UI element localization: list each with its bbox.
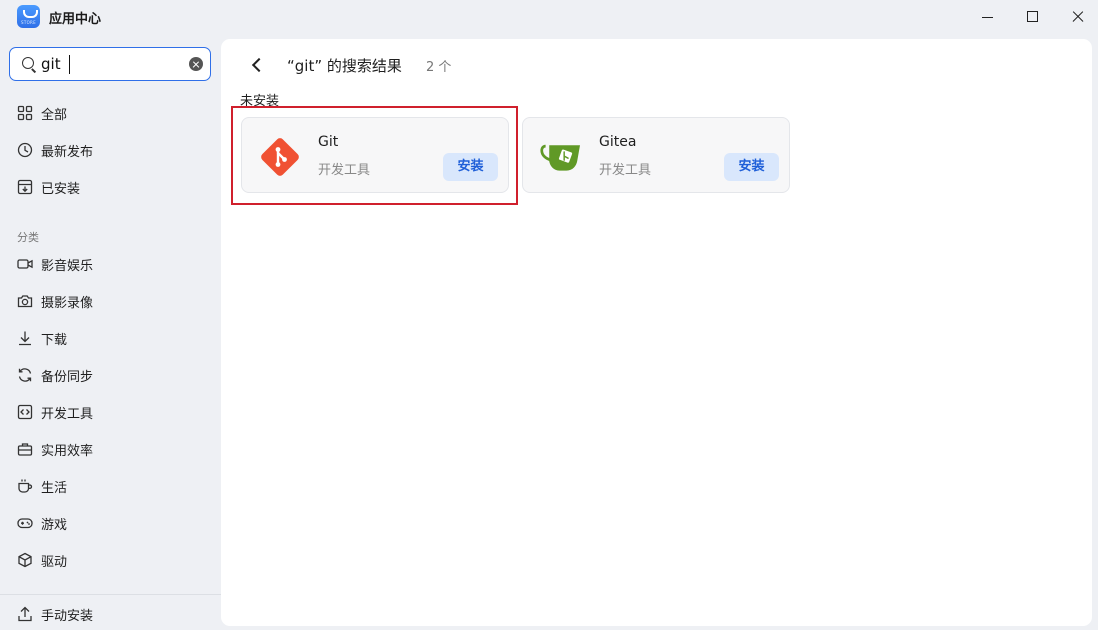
search-input[interactable] [41,52,181,76]
sidebar-item-label: 摄影录像 [41,296,94,311]
gitea-logo-icon [540,144,580,171]
clear-search-icon[interactable] [189,57,203,71]
manual-install-label: 手动安装 [41,609,94,624]
sidebar-divider [0,594,221,595]
sidebar-item-label: 下载 [41,333,68,348]
installed-icon [17,179,33,195]
window-title: 应用中心 [49,12,102,27]
camera-icon [17,295,33,308]
video-icon [17,259,33,269]
sidebar-item-label: 备份同步 [41,370,94,385]
cube-icon [18,552,32,568]
main-panel: “git” 的搜索结果 2 个 未安装 Git 开发工具 安装 Gitea 开发… [221,39,1092,626]
sidebar-item-download[interactable]: 下载 [8,323,213,353]
close-button[interactable] [1066,6,1090,28]
sidebar-item-label: 生活 [41,481,68,496]
sidebar-item-latest[interactable]: 最新发布 [8,135,213,165]
sidebar-item-label: 驱动 [41,555,68,570]
cup-icon [18,479,33,493]
install-button[interactable]: 安装 [724,153,779,181]
app-card-gitea[interactable]: Gitea 开发工具 安装 [522,117,790,193]
sidebar-item-backup[interactable]: 备份同步 [8,360,213,390]
sidebar-item-label: 全部 [41,108,68,123]
search-results-title: “git” 的搜索结果 [287,57,402,75]
toolbox-icon [17,443,33,456]
sidebar-item-label: 影音娱乐 [41,259,94,274]
sidebar-item-label: 游戏 [41,518,68,533]
sidebar-item-life[interactable]: 生活 [8,471,213,501]
maximize-button[interactable] [1020,6,1044,28]
sidebar-item-label: 已安装 [41,182,81,197]
category-section-label: 分类 [17,231,39,244]
selection-highlight-box [231,106,518,205]
title-bar: STORE 应用中心 [0,0,1098,36]
sidebar-item-all[interactable]: 全部 [8,98,213,128]
manual-install-button[interactable]: 手动安装 [8,599,213,629]
code-icon [17,404,33,420]
minimize-button[interactable] [976,6,1000,28]
search-results-count: 2 个 [426,60,452,75]
gamepad-icon [17,518,33,529]
sidebar-item-photo[interactable]: 摄影录像 [8,286,213,316]
text-caret [69,55,70,74]
sidebar-item-devtools[interactable]: 开发工具 [8,397,213,427]
sync-icon [18,368,32,382]
grid-icon [17,105,33,121]
sidebar-item-label: 实用效率 [41,444,94,459]
sidebar-item-installed[interactable]: 已安装 [8,172,213,202]
search-box[interactable] [9,47,211,81]
sidebar-item-drivers[interactable]: 驱动 [8,545,213,575]
sidebar-item-label: 最新发布 [41,145,94,160]
app-category: 开发工具 [599,163,652,178]
search-icon [22,57,34,69]
sidebar-item-productivity[interactable]: 实用效率 [8,434,213,464]
download-icon [19,331,31,346]
sidebar-item-media[interactable]: 影音娱乐 [8,249,213,279]
upload-icon [18,606,32,622]
sidebar-item-label: 开发工具 [41,407,94,422]
sidebar: 全部 最新发布 已安装 分类 影音娱乐 摄 [0,36,221,630]
app-name: Gitea [599,134,637,150]
app-store-logo-icon: STORE [17,5,40,28]
back-arrow-icon[interactable] [247,54,269,76]
sidebar-item-games[interactable]: 游戏 [8,508,213,538]
clock-icon [17,142,33,158]
